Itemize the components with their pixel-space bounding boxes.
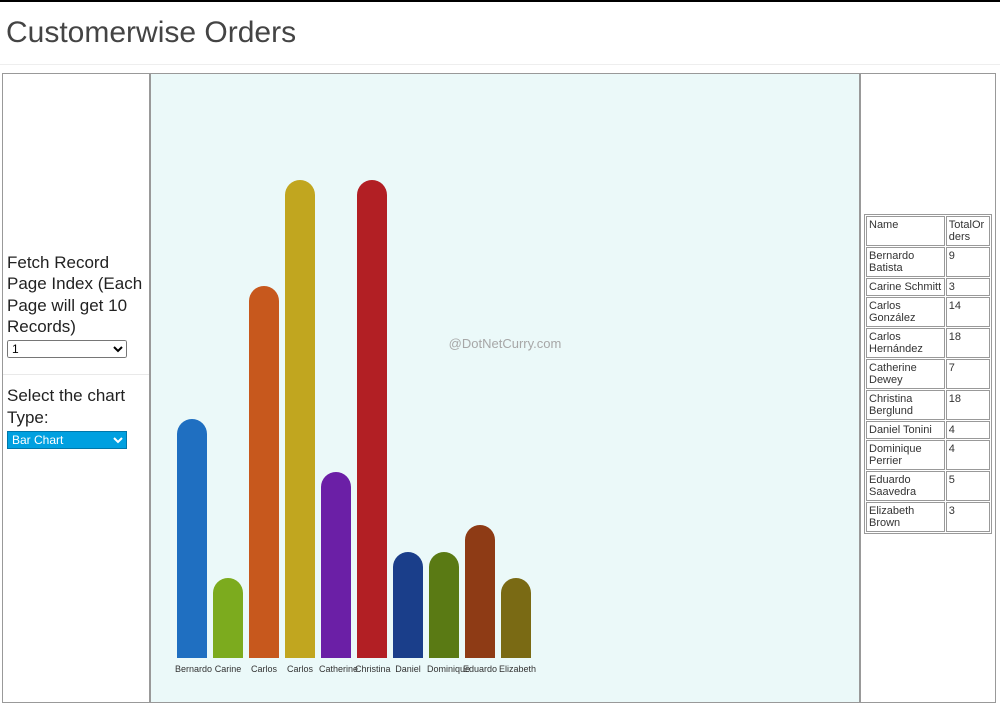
cell-total: 7: [946, 359, 990, 389]
chart-panel: @DotNetCurry.com BernardoCarineCarlosCar…: [150, 73, 860, 703]
bar-slot: [391, 552, 425, 658]
table-row: Carlos González14: [866, 297, 990, 327]
table-row: Dominique Perrier4: [866, 440, 990, 470]
bar-slot: [211, 578, 245, 658]
cell-total: 14: [946, 297, 990, 327]
x-axis-label: Christina: [355, 664, 389, 674]
bar-slot: [463, 525, 497, 658]
bar-slot: [247, 286, 281, 658]
bar: [357, 180, 387, 658]
x-axis-label: Carlos: [283, 664, 317, 674]
bar-slot: [175, 419, 209, 658]
cell-name: Carlos Hernández: [866, 328, 945, 358]
cell-name: Dominique Perrier: [866, 440, 945, 470]
bar-slot: [499, 578, 533, 658]
bar: [429, 552, 459, 658]
cell-total: 9: [946, 247, 990, 277]
table-row: Carine Schmitt3: [866, 278, 990, 296]
x-axis-label: Dominique: [427, 664, 461, 674]
bar-slot: [283, 180, 317, 658]
cell-total: 18: [946, 328, 990, 358]
cell-name: Catherine Dewey: [866, 359, 945, 389]
bar: [501, 578, 531, 658]
orders-table: Name TotalOrders Bernardo Batista9Carine…: [864, 214, 992, 534]
bar: [249, 286, 279, 658]
page-index-label: Fetch Record Page Index (Each Page will …: [7, 252, 145, 337]
cell-name: Christina Berglund: [866, 390, 945, 420]
col-header-total: TotalOrders: [946, 216, 990, 246]
cell-total: 3: [946, 502, 990, 532]
table-row: Eduardo Saavedra5: [866, 471, 990, 501]
col-header-name: Name: [866, 216, 945, 246]
bar: [321, 472, 351, 658]
bar-slot: [355, 180, 389, 658]
bar: [465, 525, 495, 658]
cell-name: Bernardo Batista: [866, 247, 945, 277]
table-row: Carlos Hernández18: [866, 328, 990, 358]
table-row: Catherine Dewey7: [866, 359, 990, 389]
page-index-select[interactable]: 1: [7, 340, 127, 358]
x-axis-label: Carlos: [247, 664, 281, 674]
bar: [393, 552, 423, 658]
x-axis-label: Carine: [211, 664, 245, 674]
cell-total: 3: [946, 278, 990, 296]
cell-total: 4: [946, 440, 990, 470]
bar-slot: [319, 472, 353, 658]
x-axis-labels: BernardoCarineCarlosCarlosCatherineChris…: [175, 664, 533, 674]
x-axis-label: Elizabeth: [499, 664, 533, 674]
data-table-panel: Name TotalOrders Bernardo Batista9Carine…: [860, 73, 996, 703]
table-row: Bernardo Batista9: [866, 247, 990, 277]
chart-type-label: Select the chart Type:: [7, 385, 145, 428]
x-axis-label: Catherine: [319, 664, 353, 674]
bar-chart: [175, 180, 835, 658]
cell-total: 4: [946, 421, 990, 439]
table-row: Elizabeth Brown3: [866, 502, 990, 532]
cell-total: 18: [946, 390, 990, 420]
chart-type-select[interactable]: Bar Chart: [7, 431, 127, 449]
cell-name: Elizabeth Brown: [866, 502, 945, 532]
cell-name: Carine Schmitt: [866, 278, 945, 296]
bar: [177, 419, 207, 658]
cell-name: Eduardo Saavedra: [866, 471, 945, 501]
x-axis-label: Bernardo: [175, 664, 209, 674]
x-axis-label: Eduardo: [463, 664, 497, 674]
cell-name: Daniel Tonini: [866, 421, 945, 439]
x-axis-label: Daniel: [391, 664, 425, 674]
bar: [213, 578, 243, 658]
bar: [285, 180, 315, 658]
bar-slot: [427, 552, 461, 658]
page-title: Customerwise Orders: [6, 16, 1000, 50]
table-row: Daniel Tonini4: [866, 421, 990, 439]
cell-name: Carlos González: [866, 297, 945, 327]
cell-total: 5: [946, 471, 990, 501]
table-row: Christina Berglund18: [866, 390, 990, 420]
controls-panel: Fetch Record Page Index (Each Page will …: [2, 73, 150, 703]
